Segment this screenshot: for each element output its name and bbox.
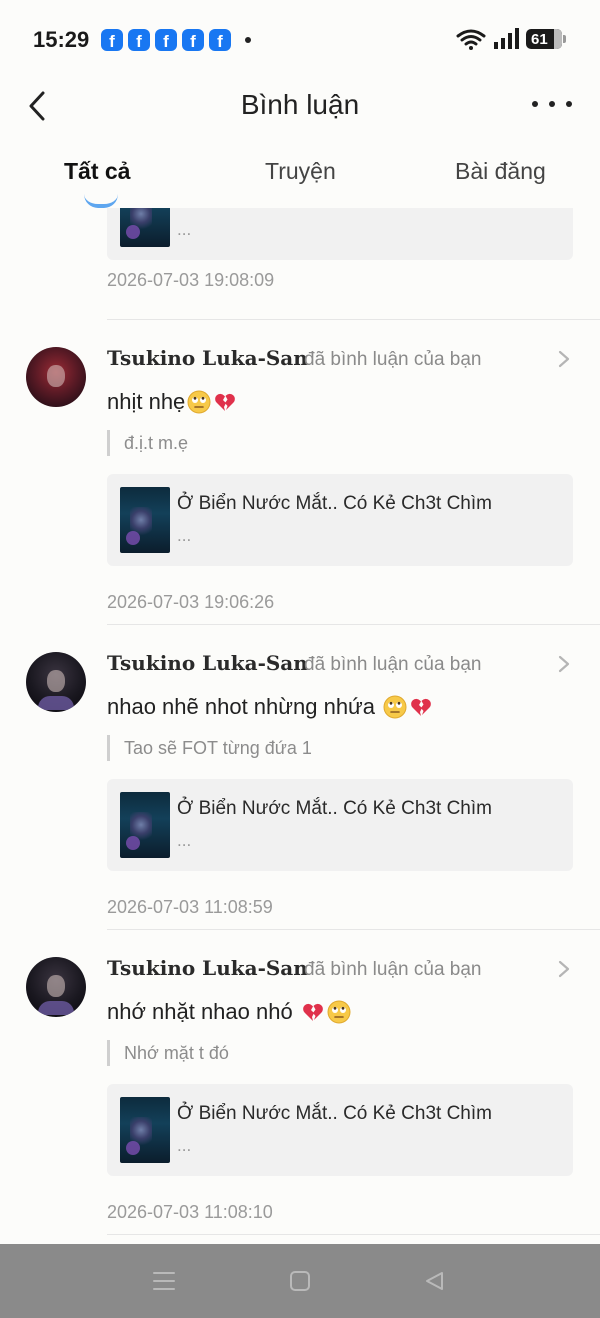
comment-text-row: nhao nhẽ nhot nhừng nhứa <box>107 694 433 720</box>
story-title: Ở Biển Nước Mắt.. Có Kẻ Ch3t Chìm <box>177 1103 492 1124</box>
story-title: Ở Biển Nước Mắt.. Có Kẻ Ch3t Chìm <box>177 493 492 514</box>
facebook-icon: f <box>101 29 123 51</box>
header: Bình luận <box>0 78 600 134</box>
chevron-right-icon[interactable] <box>558 349 572 369</box>
chevron-right-icon[interactable] <box>558 654 572 674</box>
chevron-right-icon[interactable] <box>558 959 572 979</box>
story-subtitle: ... <box>177 220 192 239</box>
tab-bar: Tất cả Truyện Bài đăng <box>0 150 600 208</box>
home-button[interactable] <box>286 1268 314 1294</box>
story-cover-image <box>120 487 170 553</box>
avatar[interactable] <box>26 957 86 1017</box>
signal-icon <box>494 28 519 49</box>
story-card[interactable]: Ở Biển Nước Mắt.. Có Kẻ Ch3t Chìm ... <box>107 474 573 566</box>
eye-roll-emoji-icon <box>327 1000 351 1024</box>
more-notifications-dot-icon <box>245 37 251 43</box>
comment-text: nhịt nhẹ <box>107 389 186 414</box>
username[interactable]: Tsukino Luka-San <box>107 956 308 980</box>
more-dots-icon <box>532 101 538 107</box>
tab-all[interactable]: Tất cả <box>64 158 130 185</box>
username[interactable]: Tsukino Luka-San <box>107 346 308 370</box>
username[interactable]: Tsukino Luka-San <box>107 651 308 675</box>
tab-posts[interactable]: Bài đăng <box>455 158 546 185</box>
quoted-comment: Nhớ mặt t đó <box>107 1040 229 1066</box>
broken-heart-emoji-icon <box>411 698 432 716</box>
story-subtitle: ... <box>177 1136 192 1155</box>
story-cover-image <box>120 208 170 247</box>
eye-roll-emoji-icon <box>187 390 211 414</box>
status-indicators: 61 <box>456 28 566 50</box>
recent-apps-button[interactable] <box>150 1268 178 1294</box>
broken-heart-emoji-icon <box>302 1003 323 1021</box>
story-card[interactable]: Ở Biển Nước Mắt.. Có Kẻ Ch3t Chìm ... <box>107 779 573 871</box>
eye-roll-emoji-icon <box>383 695 407 719</box>
triangle-back-icon <box>426 1272 443 1290</box>
timestamp: 2026-07-03 11:08:10 <box>107 1202 273 1222</box>
action-text: đã bình luận của bạn <box>304 654 482 675</box>
page-title: Bình luận <box>240 89 360 120</box>
more-options-button[interactable] <box>532 92 572 116</box>
tab-stories[interactable]: Truyện <box>265 158 336 185</box>
status-time: 15:29 <box>33 27 90 52</box>
comment-text: nhớ nhặt nhao nhó <box>107 999 299 1024</box>
battery-icon: 61 <box>526 29 566 49</box>
action-text: đã bình luận của bạn <box>304 349 482 370</box>
story-subtitle: ... <box>177 831 192 850</box>
list-item[interactable]: ... 2026-07-03 19:08:09 <box>0 208 600 320</box>
facebook-icon: f <box>155 29 177 51</box>
comment-text: nhao nhẽ nhot nhừng nhứa <box>107 694 382 719</box>
comment-list[interactable]: ... 2026-07-03 19:08:09 Tsukino Luka-San… <box>0 208 600 1244</box>
status-bar: 15:29 f f f f f 61 <box>0 0 600 78</box>
list-item[interactable]: Tsukino Luka-San đã bình luận của bạn nh… <box>0 930 600 1235</box>
comment-text-row: nhớ nhặt nhao nhó <box>107 999 351 1025</box>
avatar[interactable] <box>26 652 86 712</box>
comment-text-row: nhịt nhẹ <box>107 389 237 415</box>
action-text: đã bình luận của bạn <box>304 959 482 980</box>
facebook-icon: f <box>182 29 204 51</box>
timestamp: 2026-07-03 19:08:09 <box>107 270 275 290</box>
wifi-icon <box>456 29 486 50</box>
story-title: Ở Biển Nước Mắt.. Có Kẻ Ch3t Chìm <box>177 798 492 819</box>
menu-icon <box>153 1272 175 1290</box>
quoted-comment: Tao sẽ FOT từng đứa 1 <box>107 735 312 761</box>
story-cover-image <box>120 792 170 858</box>
timestamp: 2026-07-03 19:06:26 <box>107 592 275 612</box>
story-cover-image <box>120 1097 170 1163</box>
facebook-icon: f <box>128 29 150 51</box>
story-card[interactable]: ... <box>107 208 573 260</box>
avatar[interactable] <box>26 347 86 407</box>
story-card[interactable]: Ở Biển Nước Mắt.. Có Kẻ Ch3t Chìm ... <box>107 1084 573 1176</box>
broken-heart-emoji-icon <box>215 393 236 411</box>
divider <box>107 1234 600 1235</box>
battery-level: 61 <box>531 30 548 48</box>
system-navigation-bar <box>0 1244 600 1318</box>
quoted-comment: đ.ị.t m.ẹ <box>107 430 188 456</box>
list-item[interactable]: Tsukino Luka-San đã bình luận của bạn nh… <box>0 625 600 930</box>
active-tab-indicator <box>84 194 118 208</box>
back-nav-button[interactable] <box>420 1268 448 1294</box>
facebook-icon: f <box>209 29 231 51</box>
timestamp: 2026-07-03 11:08:59 <box>107 897 273 917</box>
notification-icons: f f f f f <box>101 29 251 51</box>
square-icon <box>290 1271 310 1291</box>
list-item[interactable]: Tsukino Luka-San đã bình luận của bạn nh… <box>0 320 600 625</box>
story-subtitle: ... <box>177 526 192 545</box>
